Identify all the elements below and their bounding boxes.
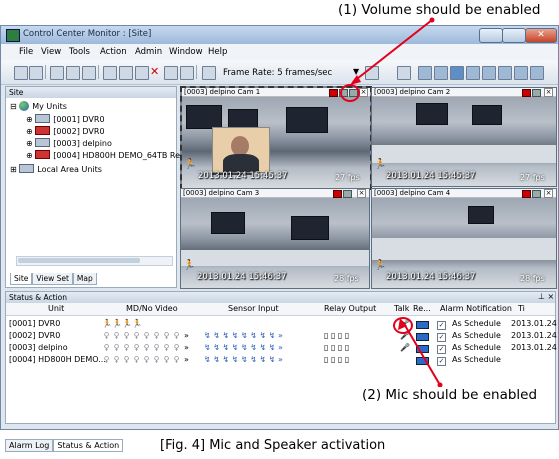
callout-mic: (2) Mic should be enabled	[362, 387, 538, 403]
arrow-mic	[402, 321, 441, 386]
arrow-volume	[352, 19, 433, 83]
figure-caption: [Fig. 4] Mic and Speaker activation	[160, 438, 386, 453]
arrow-origin-dot	[429, 17, 435, 23]
